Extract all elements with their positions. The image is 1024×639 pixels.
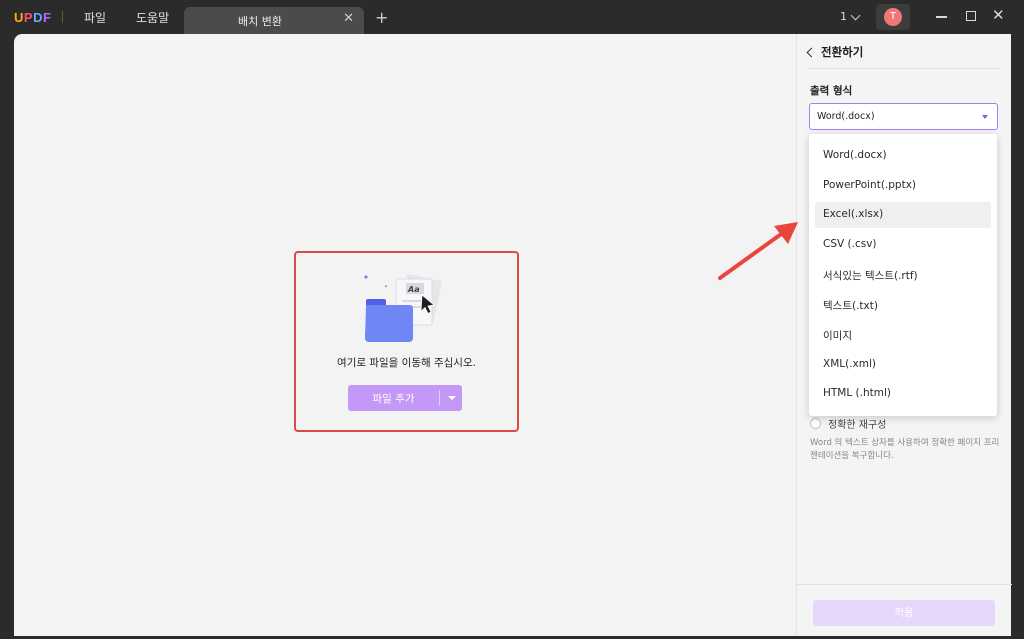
- caret-down-icon[interactable]: [448, 396, 456, 400]
- menu-help[interactable]: 도움말: [136, 9, 169, 26]
- title-separator: [62, 11, 63, 23]
- exact-reconstruction-radio[interactable]: [810, 418, 821, 429]
- button-divider: [439, 390, 440, 406]
- panel-title: 전환하기: [821, 45, 864, 59]
- format-dropdown-list: Word(.docx) PowerPoint(.pptx) Excel(.xls…: [809, 134, 997, 416]
- tab-close-icon[interactable]: ✕: [343, 11, 354, 26]
- svg-text:Aa: Aa: [407, 285, 420, 294]
- back-chevron-icon[interactable]: [806, 47, 817, 58]
- drop-instruction: 여기로 파일을 이동해 주십시오.: [337, 357, 476, 369]
- format-option-excel[interactable]: Excel(.xlsx): [815, 202, 991, 228]
- format-option-txt[interactable]: 텍스트(.txt): [815, 292, 991, 318]
- format-option-word[interactable]: Word(.docx): [815, 143, 991, 169]
- caret-down-icon: [982, 115, 988, 119]
- format-option-html[interactable]: HTML (.html): [815, 381, 991, 407]
- title-bar: UPDF 파일 도움말 배치 변환 ✕ + 1 T ✕: [0, 0, 1024, 34]
- footer-divider: [797, 584, 1012, 585]
- selected-format: Word(.docx): [817, 111, 875, 122]
- batch-convert-canvas: Aa 여기로 파일을 이동해 주십시오. 파일 추가: [14, 34, 796, 636]
- exact-reconstruction-label[interactable]: 정확한 재구성: [828, 416, 886, 431]
- updf-logo: UPDF: [14, 10, 52, 25]
- annotation-arrow-icon: [718, 222, 798, 280]
- tab-batch-convert[interactable]: 배치 변환 ✕: [184, 7, 364, 34]
- format-option-csv[interactable]: CSV (.csv): [815, 232, 991, 258]
- format-option-image[interactable]: 이미지: [815, 322, 991, 348]
- chevron-down-icon[interactable]: [850, 10, 861, 21]
- format-option-rtf[interactable]: 서식있는 텍스트(.rtf): [815, 262, 991, 288]
- maximize-icon[interactable]: [966, 11, 976, 21]
- account-button[interactable]: T: [876, 4, 910, 30]
- menu-file[interactable]: 파일: [84, 9, 106, 26]
- apply-button[interactable]: 적용: [813, 600, 995, 626]
- format-option-powerpoint[interactable]: PowerPoint(.pptx): [815, 173, 991, 199]
- output-format-label: 출력 형식: [810, 85, 853, 97]
- add-file-button[interactable]: 파일 추가: [348, 385, 462, 411]
- add-file-label: 파일 추가: [372, 393, 415, 405]
- minimize-icon[interactable]: [936, 16, 947, 18]
- avatar: T: [884, 8, 902, 26]
- file-drop-zone[interactable]: Aa 여기로 파일을 이동해 주십시오. 파일 추가: [294, 251, 519, 432]
- add-tab-icon[interactable]: +: [375, 8, 388, 27]
- close-window-icon[interactable]: ✕: [992, 6, 1005, 24]
- folder-documents-icon: Aa: [364, 274, 442, 342]
- output-format-select[interactable]: Word(.docx): [809, 103, 998, 130]
- page-count[interactable]: 1: [840, 10, 847, 23]
- format-option-xml[interactable]: XML(.xml): [815, 352, 991, 378]
- exact-reconstruction-desc: Word 의 텍스트 상자를 사용하여 정확한 페이지 프리젠테이션을 복구합니…: [810, 438, 1000, 461]
- tab-label: 배치 변환: [238, 15, 282, 28]
- panel-divider: [809, 68, 999, 69]
